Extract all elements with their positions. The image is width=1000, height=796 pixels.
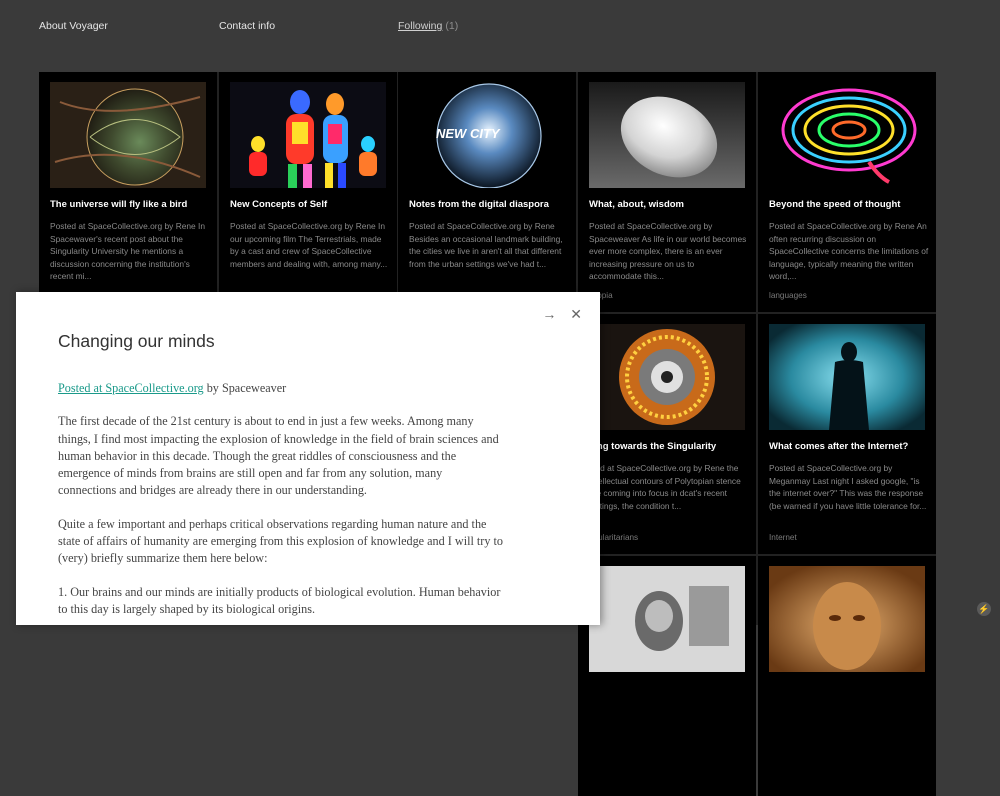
tile-title: The universe will fly like a bird xyxy=(50,199,188,210)
tile-image-sculpture-head xyxy=(589,82,745,188)
tile-image-thermal-figures xyxy=(230,82,386,188)
tile-image-new-city: NEW CITY xyxy=(409,82,565,188)
lightning-icon[interactable]: ⚡ xyxy=(977,602,991,616)
story-tile[interactable]: What comes after the Internet? Posted at… xyxy=(758,314,936,554)
next-arrow-icon[interactable]: → xyxy=(542,306,556,322)
article-title: Changing our minds xyxy=(58,331,215,351)
story-tile[interactable]: NEW CITY Notes from the digital diaspora… xyxy=(398,72,576,312)
tile-excerpt: Posted at SpaceCollective.org by Meganma… xyxy=(769,463,927,511)
story-tile[interactable] xyxy=(578,556,756,796)
story-tile[interactable]: Beyond the speed of thought Posted at Sp… xyxy=(758,72,936,312)
story-tile[interactable]: What, about, wisdom Posted at SpaceColle… xyxy=(578,72,756,312)
tile-title: What comes after the Internet? xyxy=(769,441,909,452)
tile-title: Beyond the speed of thought xyxy=(769,199,901,210)
article-paragraph: 1. Our brains and our minds are initiall… xyxy=(58,584,501,616)
tile-excerpt: Posted at SpaceCollective.org by Rene Be… xyxy=(409,221,563,269)
story-tile[interactable]: The universe will fly like a bird Posted… xyxy=(39,72,217,312)
tile-excerpt: Posted at SpaceCollective.org by Rene In… xyxy=(50,221,206,281)
article-paragraph: The first decade of the 21st century is … xyxy=(58,414,499,498)
panel-controls: → ✕ xyxy=(532,306,582,323)
close-icon[interactable]: ✕ xyxy=(570,306,582,322)
article-paragraph: Quite a few important and perhaps critic… xyxy=(58,516,503,566)
byline-author: by Spaceweaver xyxy=(203,381,287,395)
tile-title: What, about, wisdom xyxy=(589,199,684,210)
tile-image-vintage-photo xyxy=(589,566,745,672)
story-tile[interactable]: ving towards the Singularity sted at Spa… xyxy=(578,314,756,554)
tile-title: ving towards the Singularity xyxy=(589,441,717,452)
article-byline: Posted at SpaceCollective.org by Spacewe… xyxy=(58,380,503,397)
tile-excerpt: Posted at SpaceCollective.org by Rene In… xyxy=(230,221,388,269)
tile-image-neural-brain xyxy=(769,82,925,188)
tile-excerpt: Posted at SpaceCollective.org by Spacewe… xyxy=(589,221,747,281)
top-navigation: About Voyager Contact info Following (1) xyxy=(0,20,1000,34)
tile-excerpt: sted at SpaceCollective.org by Rene the … xyxy=(589,463,741,511)
following-link[interactable]: Following xyxy=(398,20,442,32)
following-nav[interactable]: Following (1) xyxy=(398,20,458,32)
tile-image-particle-collider xyxy=(589,324,745,430)
tile-image-golden-face xyxy=(769,566,925,672)
article-panel: → ✕ Changing our minds Posted at SpaceCo… xyxy=(16,292,600,625)
about-link[interactable]: About Voyager xyxy=(39,20,108,32)
following-count: (1) xyxy=(445,20,459,32)
tile-excerpt: Posted at SpaceCollective.org by Rene An… xyxy=(769,221,929,281)
contact-link[interactable]: Contact info xyxy=(219,20,275,32)
tile-tag[interactable]: Internet xyxy=(769,533,797,542)
tile-title: New Concepts of Self xyxy=(230,199,328,210)
tile-image-text: NEW CITY xyxy=(436,126,501,141)
tile-title: Notes from the digital diaspora xyxy=(409,199,549,210)
posted-at-link[interactable]: Posted at SpaceCollective.org xyxy=(58,381,204,395)
tile-image-silhouette-tunnel xyxy=(769,324,925,430)
tile-image-bird xyxy=(50,82,206,188)
story-tile[interactable] xyxy=(758,556,936,796)
tile-tag[interactable]: languages xyxy=(769,291,807,300)
article-body: Posted at SpaceCollective.org by Spacewe… xyxy=(58,380,503,625)
story-tile[interactable]: New Concepts of Self Posted at SpaceColl… xyxy=(219,72,397,312)
